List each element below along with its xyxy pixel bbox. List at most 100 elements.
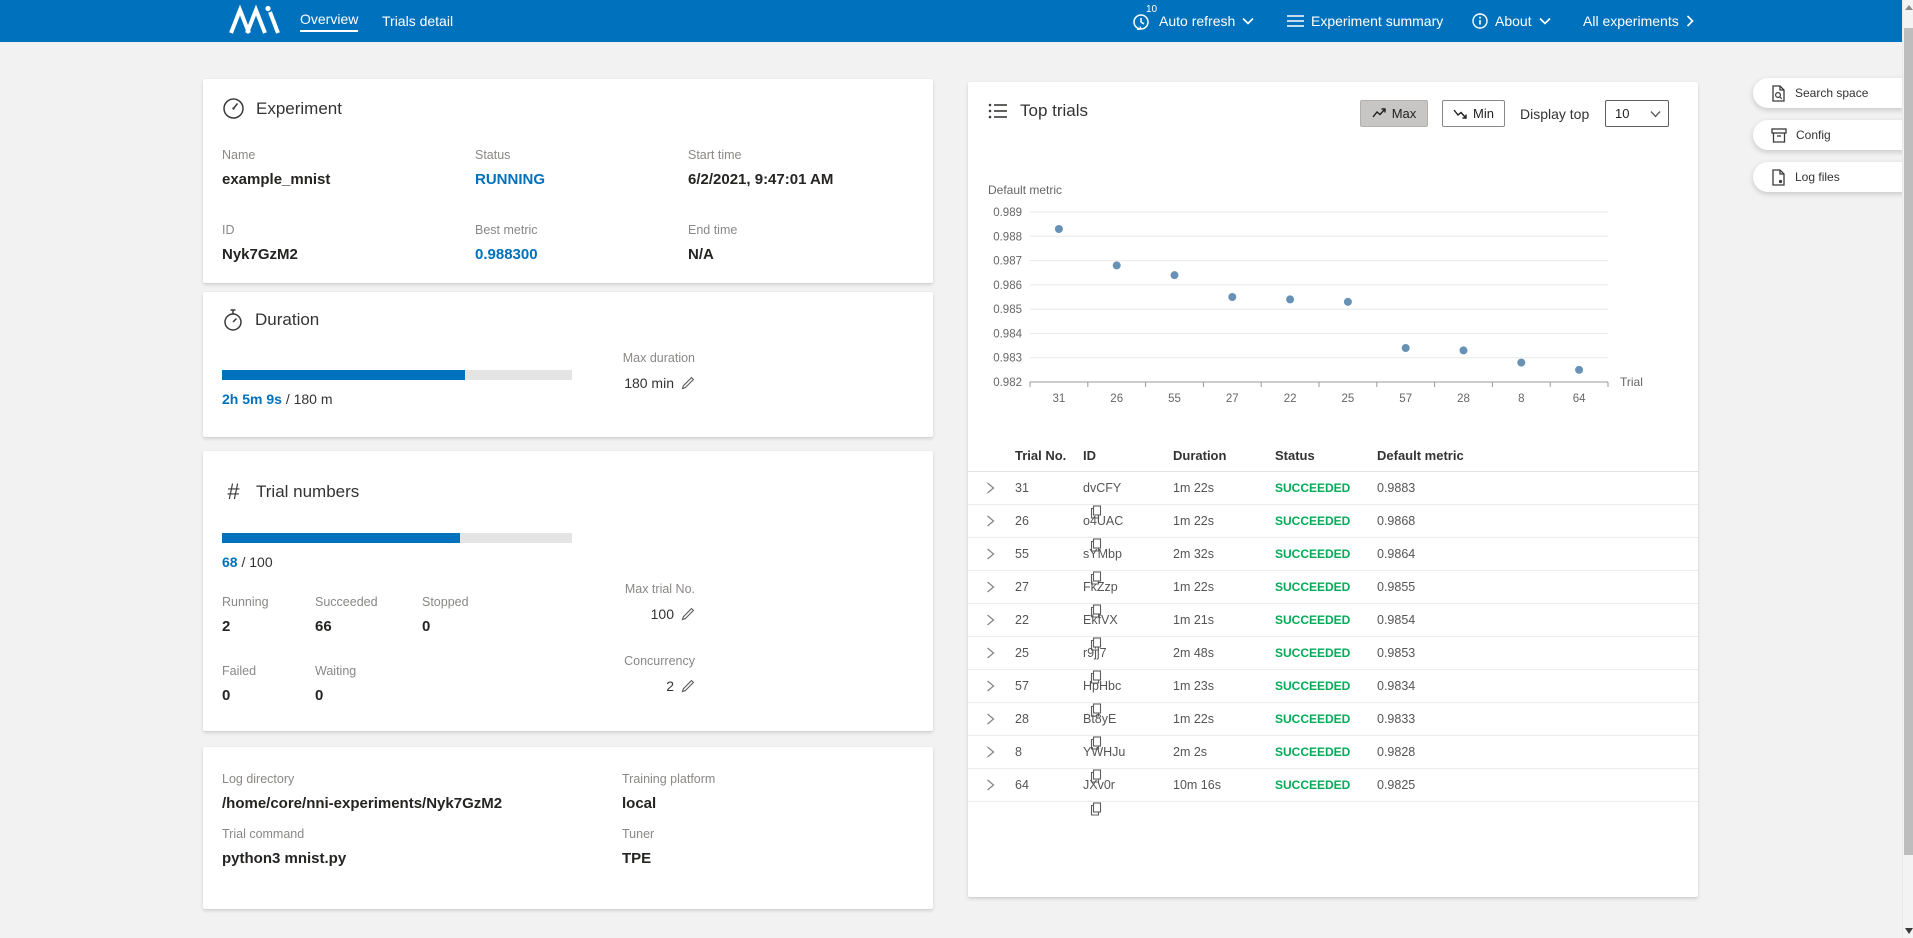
cell-default-metric: 0.9868 [1377, 505, 1415, 538]
copy-icon[interactable] [1090, 802, 1102, 816]
config-box-icon [1771, 128, 1787, 143]
edit-pencil-icon[interactable] [680, 607, 695, 622]
max-button-label: Max [1392, 106, 1417, 121]
auto-refresh-control[interactable]: 10 Auto refresh [1132, 0, 1254, 42]
row-expand-chevron-icon[interactable] [986, 580, 995, 594]
display-top-dropdown[interactable]: 10 [1605, 100, 1669, 127]
row-expand-chevron-icon[interactable] [986, 481, 995, 495]
svg-text:22: 22 [1284, 393, 1297, 405]
cell-duration: 1m 22s [1173, 571, 1214, 604]
row-expand-chevron-icon[interactable] [986, 712, 995, 726]
nav-tab-trials-detail-label: Trials detail [382, 13, 453, 29]
duration-progress-fill [222, 370, 465, 380]
chevron-down-icon [1650, 110, 1661, 118]
svg-text:0.985: 0.985 [993, 304, 1022, 316]
edit-pencil-icon[interactable] [680, 376, 695, 391]
cell-status: SUCCEEDED [1275, 637, 1350, 670]
stat-running: Running 2 [222, 594, 315, 637]
field-training-platform: Training platform local [622, 771, 933, 814]
trial-status-stats: Running 2 Succeeded 66 Stopped 0 Failed … [222, 594, 572, 706]
row-expand-chevron-icon[interactable] [986, 745, 995, 759]
log-files-button[interactable]: Log files [1753, 162, 1905, 192]
stat-label: Succeeded [315, 594, 422, 610]
metric-min-button[interactable]: Min [1442, 100, 1505, 127]
concurrency-value: 2 [666, 678, 674, 694]
stat-succeeded: Succeeded 66 [315, 594, 422, 637]
nni-logo-icon [228, 5, 284, 37]
concurrency-block: Concurrency 2 [583, 653, 695, 694]
top-trials-card: Top trials Max Min Display top 10 Defaul… [968, 82, 1698, 897]
field-label: Trial command [222, 826, 622, 842]
svg-text:0.989: 0.989 [993, 207, 1022, 219]
document-search-icon [1771, 85, 1786, 102]
top-navbar: Overview Trials detail 10 Auto refresh E… [0, 0, 1902, 42]
min-button-label: Min [1473, 106, 1494, 121]
all-experiments-link[interactable]: All experiments [1583, 0, 1694, 42]
cell-status: SUCCEEDED [1275, 538, 1350, 571]
stat-waiting: Waiting 0 [315, 663, 422, 706]
row-expand-chevron-icon[interactable] [986, 547, 995, 561]
svg-text:57: 57 [1399, 393, 1412, 405]
cell-status: SUCCEEDED [1275, 472, 1350, 505]
trials-progress-text: 68 / 100 [222, 554, 572, 570]
experiment-card-header: Experiment [222, 97, 933, 120]
row-expand-chevron-icon[interactable] [986, 514, 995, 528]
stat-value: 0 [222, 686, 315, 706]
scrollbar-thumb[interactable] [1904, 28, 1913, 855]
cell-trial-no: 26 [1015, 505, 1029, 538]
table-row: 27 FkZzp 1m 22s SUCCEEDED 0.9855 [968, 571, 1698, 604]
cell-duration: 1m 22s [1173, 703, 1214, 736]
trial-numbers-card-header: # Trial numbers [222, 479, 933, 505]
trials-total: / 100 [238, 554, 273, 570]
about-menu[interactable]: About [1472, 0, 1551, 42]
svg-text:64: 64 [1573, 393, 1586, 405]
field-value: 0.988300 [475, 245, 688, 265]
display-top-label: Display top [1520, 106, 1589, 122]
stat-label: Waiting [315, 663, 422, 679]
log-file-icon [1771, 169, 1786, 186]
row-expand-chevron-icon[interactable] [986, 646, 995, 660]
table-row: 57 HpHbc 1m 23s SUCCEEDED 0.9834 [968, 670, 1698, 703]
field-value: Nyk7GzM2 [222, 245, 475, 265]
field-label: Name [222, 147, 475, 163]
cell-status: SUCCEEDED [1275, 736, 1350, 769]
vertical-scrollbar[interactable] [1902, 0, 1913, 938]
scrollbar-up-arrow[interactable] [1905, 5, 1913, 10]
field-label: Log directory [222, 771, 622, 787]
table-row: 64 JXv0r 10m 16s SUCCEEDED 0.9825 [968, 769, 1698, 802]
edit-pencil-icon[interactable] [680, 679, 695, 694]
experiment-fields: Name example_mnist Status RUNNING Start … [222, 147, 933, 265]
experiment-summary-button[interactable]: Experiment summary [1287, 0, 1443, 42]
cell-duration: 2m 32s [1173, 538, 1214, 571]
svg-text:0.987: 0.987 [993, 256, 1022, 268]
field-value: TPE [622, 849, 933, 869]
auto-refresh-badge: 10 [1146, 4, 1157, 15]
svg-text:0.982: 0.982 [993, 377, 1022, 389]
row-expand-chevron-icon[interactable] [986, 613, 995, 627]
field-id: ID Nyk7GzM2 [222, 222, 475, 265]
stopwatch-icon [222, 308, 244, 332]
cell-default-metric: 0.9855 [1377, 571, 1415, 604]
scrollbar-down-arrow[interactable] [1905, 928, 1913, 934]
field-label: Tuner [622, 826, 933, 842]
auto-refresh-label: Auto refresh [1159, 13, 1235, 29]
nav-tab-trials-detail[interactable]: Trials detail [382, 0, 453, 42]
stat-stopped: Stopped 0 [422, 594, 572, 637]
display-top-value: 10 [1615, 106, 1629, 121]
top-trials-table: Trial No. ID Duration Status Default met… [968, 440, 1698, 802]
duration-progress-track [222, 370, 572, 380]
search-space-button[interactable]: Search space [1753, 78, 1905, 108]
trials-count: 68 [222, 554, 238, 570]
duration-total: / 180 m [282, 391, 333, 407]
cell-default-metric: 0.9825 [1377, 769, 1415, 802]
metric-max-button[interactable]: Max [1360, 100, 1428, 127]
cell-status: SUCCEEDED [1275, 505, 1350, 538]
duration-progress: 2h 5m 9s / 180 m [222, 370, 572, 407]
cell-duration: 2m 48s [1173, 637, 1214, 670]
field-label: Start time [688, 147, 933, 163]
config-button[interactable]: Config [1753, 120, 1905, 150]
nav-tab-overview[interactable]: Overview [300, 0, 358, 42]
svg-text:55: 55 [1168, 393, 1181, 405]
row-expand-chevron-icon[interactable] [986, 679, 995, 693]
row-expand-chevron-icon[interactable] [986, 778, 995, 792]
